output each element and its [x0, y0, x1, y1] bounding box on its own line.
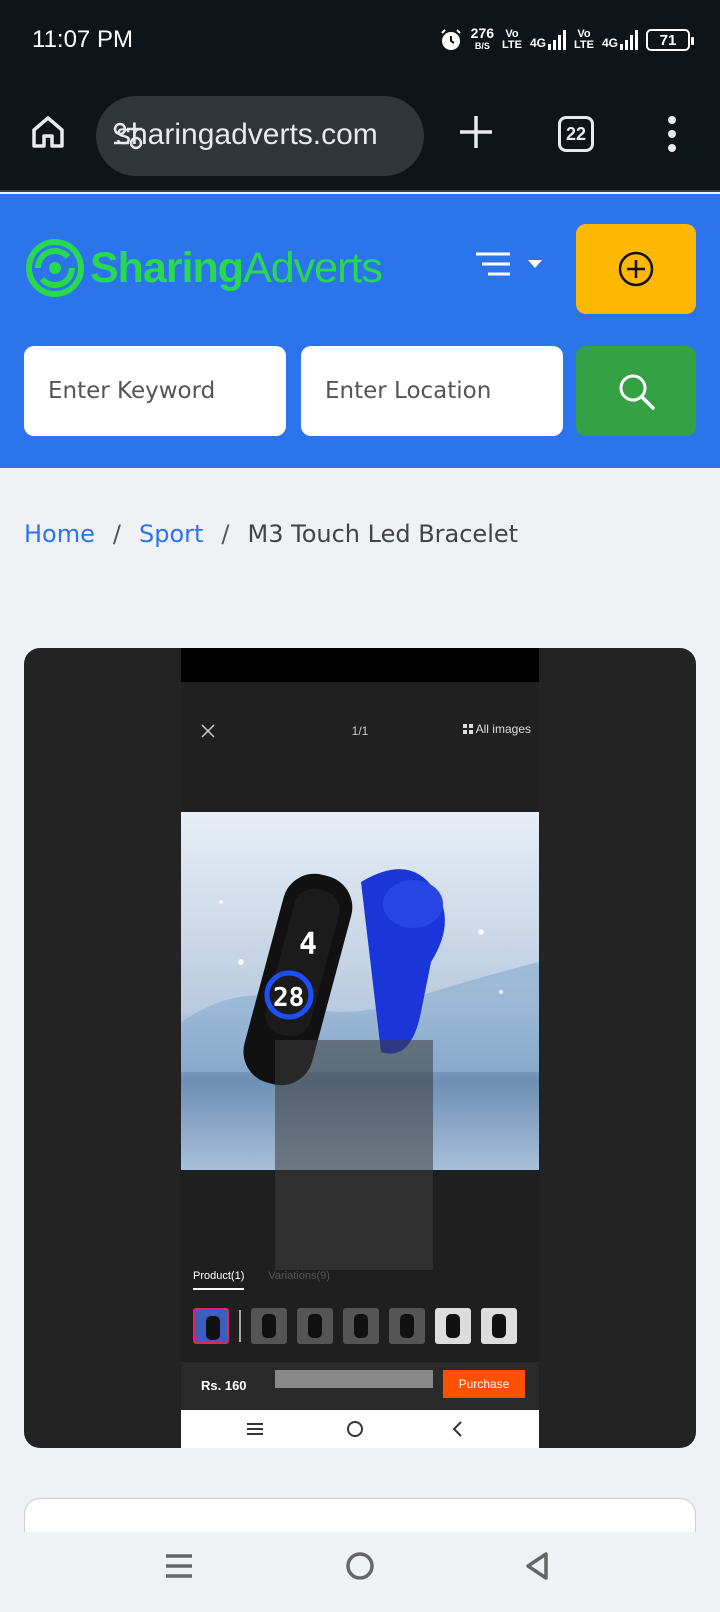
svg-text:28: 28	[273, 983, 304, 1013]
thumbnail	[481, 1308, 517, 1344]
more-options-icon[interactable]	[660, 114, 684, 154]
search-icon	[619, 374, 655, 410]
add-circle-icon	[618, 251, 654, 287]
breadcrumb: Home / Sport / M3 Touch Led Bracelet	[24, 520, 518, 548]
tab-switcher-button[interactable]: 22	[558, 116, 594, 152]
thumbnail	[435, 1308, 471, 1344]
product-image-card[interactable]: 1/1 All images 4 28 Product(1) Variation…	[24, 648, 696, 1448]
overlay-preview	[275, 1040, 433, 1270]
system-nav-bar	[0, 1532, 720, 1612]
menu-dropdown-icon[interactable]	[474, 244, 546, 284]
grid-icon	[462, 724, 473, 734]
alarm-icon	[440, 29, 461, 50]
breadcrumb-current: M3 Touch Led Bracelet	[247, 520, 519, 548]
site-logo[interactable]: SharingAdverts	[26, 228, 383, 308]
thumbnail	[389, 1308, 425, 1344]
tab-product: Product(1)	[193, 1270, 245, 1290]
variant-tabs: Product(1) Variations(9)	[193, 1270, 330, 1290]
signal-bars-icon	[620, 30, 638, 50]
breadcrumb-home[interactable]: Home	[24, 520, 95, 548]
thumbnail-strip	[193, 1308, 517, 1344]
all-images-link: All images	[462, 722, 531, 736]
search-button[interactable]	[576, 346, 696, 436]
signal-1: 4G	[530, 30, 567, 50]
logo-mark-icon	[26, 239, 84, 297]
home-icon[interactable]	[28, 112, 68, 152]
thumbnail	[251, 1308, 287, 1344]
battery-icon: 71	[646, 29, 694, 51]
signal-bars-icon	[548, 30, 567, 50]
volte-badge-1: Vo LTE	[502, 28, 522, 51]
breadcrumb-separator: /	[221, 520, 230, 548]
browser-toolbar: sharingadverts.com 22	[0, 80, 720, 192]
post-ad-button[interactable]	[576, 224, 696, 314]
product-image[interactable]: 1/1 All images 4 28 Product(1) Variation…	[181, 648, 539, 1448]
breadcrumb-separator: /	[112, 520, 121, 548]
thumbnail	[297, 1308, 333, 1344]
tab-variations: Variations(9)	[268, 1270, 330, 1282]
url-text: sharingadverts.com	[116, 118, 378, 151]
status-icons: 276 B/S Vo LTE 4G Vo LTE 4G 71	[439, 24, 694, 56]
thumbnail	[193, 1308, 229, 1344]
logo-text: SharingAdverts	[90, 243, 383, 292]
keyword-input[interactable]	[24, 346, 286, 436]
signal-2: 4G	[602, 30, 638, 50]
price-label: Rs. 160	[201, 1378, 247, 1393]
clock: 11:07 PM	[32, 26, 133, 53]
status-bar: 11:07 PM 276 B/S Vo LTE 4G Vo LTE 4G 71	[0, 0, 720, 80]
new-tab-icon[interactable]	[458, 114, 494, 150]
thumbnail	[343, 1308, 379, 1344]
embedded-nav-bar	[181, 1410, 539, 1448]
svg-text:4: 4	[299, 927, 317, 962]
volte-badge-2: Vo LTE	[574, 28, 594, 51]
data-rate: 276 B/S	[470, 25, 495, 51]
address-bar[interactable]: sharingadverts.com	[96, 96, 424, 176]
purchase-button: Purchase	[443, 1370, 525, 1398]
site-header: SharingAdverts	[0, 194, 720, 468]
breadcrumb-category[interactable]: Sport	[139, 520, 203, 548]
location-input[interactable]	[301, 346, 563, 436]
